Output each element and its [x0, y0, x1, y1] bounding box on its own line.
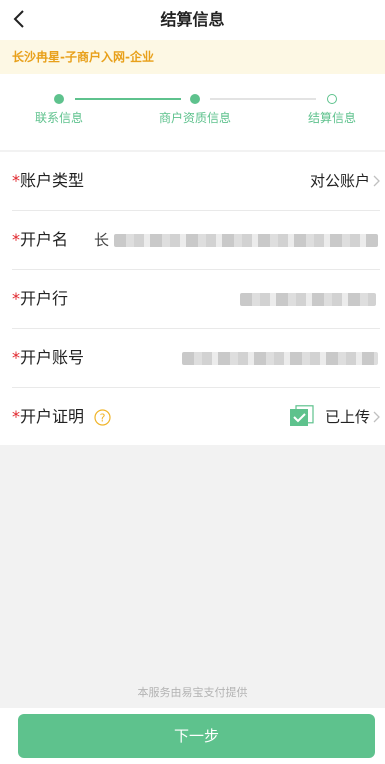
page-title: 结算信息 [160, 10, 225, 29]
account-name-label-text: 开户名 [20, 230, 69, 249]
bank-masked-value [240, 293, 376, 306]
required-mark: * [12, 171, 20, 190]
certificate-label-text: 开户证明 [20, 407, 85, 426]
step-progress: 联系信息 商户资质信息 结算信息 [0, 74, 385, 150]
account-name-label: *开户名 [12, 211, 68, 269]
bank-row[interactable]: *开户行 [12, 270, 380, 329]
account-name-prefix: 长 [94, 231, 110, 249]
step-2-label: 商户资质信息 [158, 111, 232, 125]
merchant-name-text: 长沙冉星-子商户入网-企业 [12, 50, 154, 64]
bank-label-text: 开户行 [20, 289, 69, 308]
account-number-label-text: 开户账号 [20, 348, 85, 367]
svg-text:?: ? [100, 412, 106, 425]
certificate-row[interactable]: *开户证明 ? 已上传 [12, 388, 380, 446]
help-icon[interactable]: ? [94, 409, 111, 426]
account-number-row[interactable]: *开户账号 [12, 329, 380, 388]
step-3-dot [327, 94, 337, 104]
account-type-value: 对公账户 [309, 172, 370, 190]
account-name-masked-value [114, 234, 378, 247]
account-type-row[interactable]: *账户类型 对公账户 [12, 152, 380, 211]
step-1-connector [75, 98, 181, 100]
account-name-row[interactable]: *开户名 长 [12, 211, 380, 270]
required-mark: * [12, 348, 20, 367]
account-type-label-text: 账户类型 [20, 171, 85, 190]
uploaded-check-icon [290, 405, 314, 426]
chevron-right-icon [373, 175, 380, 187]
account-number-masked-value [182, 352, 378, 365]
required-mark: * [12, 230, 20, 249]
next-step-button[interactable]: 下一步 [18, 714, 375, 758]
certificate-label: *开户证明 [12, 388, 84, 446]
top-nav-bar: 结算信息 [0, 0, 385, 40]
service-provider-note: 本服务由易宝支付提供 [137, 686, 248, 699]
step-2-connector [210, 98, 316, 100]
chevron-right-icon [373, 411, 380, 423]
bank-label: *开户行 [12, 270, 68, 328]
required-mark: * [12, 289, 20, 308]
footer-bar: 下一步 [0, 708, 385, 764]
step-1-dot [54, 94, 64, 104]
settlement-form: *账户类型 对公账户 *开户名 长 *开户行 *开户账号 *开户证明 ? 已上传 [0, 152, 385, 445]
step-3-label: 结算信息 [307, 111, 357, 125]
required-mark: * [12, 407, 20, 426]
certificate-status: 已上传 [324, 408, 370, 426]
merchant-banner: 长沙冉星-子商户入网-企业 [0, 40, 385, 74]
step-2-dot [190, 94, 200, 104]
step-1-label: 联系信息 [34, 111, 84, 125]
account-type-label: *账户类型 [12, 152, 84, 210]
account-number-label: *开户账号 [12, 329, 84, 387]
